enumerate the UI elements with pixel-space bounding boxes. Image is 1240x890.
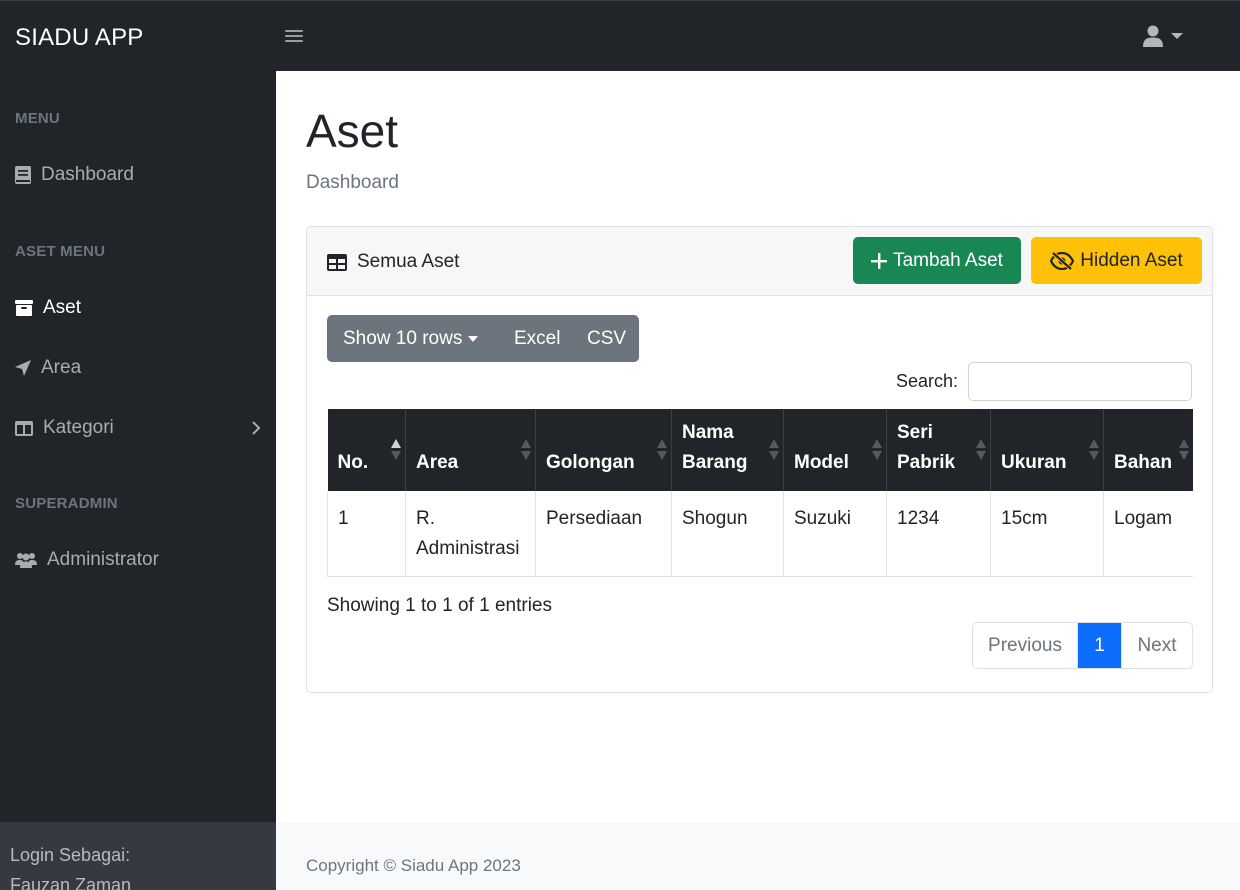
column-header-label: Ukuran <box>1001 452 1067 473</box>
user-menu-dropdown[interactable] <box>1143 25 1183 47</box>
column-header-label: No. <box>337 452 369 473</box>
hidden-asset-button[interactable]: Hidden Aset <box>1031 237 1202 284</box>
sort-icon <box>1089 439 1099 461</box>
add-asset-label: Tambah Aset <box>893 249 1003 271</box>
sort-icon <box>872 439 882 461</box>
table-cell: 1 <box>327 491 406 577</box>
column-header-seri-pabrik[interactable]: Seri Pabrik <box>886 409 991 491</box>
sidebar-item-label: Kategori <box>43 417 114 438</box>
user-icon <box>1143 25 1163 47</box>
column-header-label: Model <box>794 452 849 473</box>
copyright-text: Copyright © Siadu App 2023 <box>306 856 521 875</box>
sidebar-item-administrator[interactable]: Administrator <box>15 545 261 575</box>
table-cell: Shogun <box>671 491 784 577</box>
assets-table: No. Area Golongan Nama Barang Model Seri… <box>327 409 1193 577</box>
page-1-button[interactable]: 1 <box>1078 623 1121 668</box>
sidebar-item-label: Dashboard <box>41 164 134 185</box>
archive-icon <box>15 300 33 316</box>
sidebar: MENU Dashboard ASET MENU Aset Area Kateg… <box>0 71 276 890</box>
search-input[interactable] <box>968 362 1192 401</box>
sidebar-item-label: Area <box>41 357 82 378</box>
sidebar-item-dashboard[interactable]: Dashboard <box>15 160 261 190</box>
chevron-down-icon <box>468 335 479 342</box>
hidden-asset-label: Hidden Aset <box>1080 249 1183 271</box>
column-header-bahan[interactable]: Bahan <box>1103 409 1193 491</box>
table-cell: Suzuki <box>783 491 887 577</box>
card-title: Semua Aset <box>327 251 459 273</box>
sidebar-item-kategori[interactable]: Kategori <box>15 413 261 443</box>
plus-icon <box>871 252 888 269</box>
export-button-group: Show 10 rows Excel CSV <box>327 315 639 362</box>
column-header-label: Area <box>416 452 459 473</box>
sidebar-footer: Login Sebagai: Fauzan Zaman <box>0 822 276 890</box>
column-header-label: Golongan <box>546 452 635 473</box>
sidebar-item-aset[interactable]: Aset <box>15 293 261 323</box>
sort-icon <box>1178 439 1189 461</box>
column-header-area[interactable]: Area <box>405 409 536 491</box>
login-label: Login Sebagai: <box>10 845 131 865</box>
search-label: Search: <box>896 371 959 391</box>
breadcrumb: Dashboard <box>306 172 399 193</box>
column-header-label: Nama Barang <box>682 422 748 473</box>
column-header-model[interactable]: Model <box>783 409 887 491</box>
table-info: Showing 1 to 1 of 1 entries <box>327 595 552 616</box>
column-header-nama-barang[interactable]: Nama Barang <box>671 409 784 491</box>
pagination: Previous 1 Next <box>972 622 1193 669</box>
table-icon <box>327 253 347 271</box>
csv-button[interactable]: CSV <box>571 315 639 362</box>
eye-slash-icon <box>1050 251 1075 270</box>
page-footer: Copyright © Siadu App 2023 <box>276 822 1240 890</box>
login-username: Fauzan Zaman <box>10 875 132 890</box>
brand-title[interactable]: SIADU APP <box>15 24 144 52</box>
sort-icon <box>657 439 667 461</box>
sort-icon <box>976 439 986 461</box>
page-title: Aset <box>306 105 399 157</box>
sidebar-item-label: Aset <box>43 297 82 318</box>
table-header-row: No. Area Golongan Nama Barang Model Seri… <box>327 409 1193 491</box>
show-rows-label: Show 10 rows <box>343 327 463 349</box>
sidebar-item-label: Administrator <box>47 549 159 570</box>
add-asset-button[interactable]: Tambah Aset <box>853 237 1021 284</box>
assets-card: Semua Aset Tambah Aset Hidden Aset Show … <box>306 226 1213 693</box>
main-content: Aset Dashboard Semua Aset Tambah Aset Hi… <box>276 71 1240 822</box>
column-header-label: Seri Pabrik <box>897 422 956 473</box>
show-rows-dropdown[interactable]: Show 10 rows <box>327 315 498 362</box>
sort-icon <box>521 439 531 461</box>
excel-button[interactable]: Excel <box>498 315 571 362</box>
sidebar-heading-superadmin: SUPERADMIN <box>15 495 118 512</box>
bars-icon[interactable] <box>285 25 303 47</box>
sidebar-item-area[interactable]: Area <box>15 353 261 383</box>
next-page-button[interactable]: Next <box>1121 623 1192 668</box>
columns-icon <box>15 420 33 436</box>
sort-icon <box>391 439 401 461</box>
table-cell: Persediaan <box>535 491 672 577</box>
chevron-down-icon <box>1171 33 1183 39</box>
previous-page-button[interactable]: Previous <box>973 623 1078 668</box>
column-header-ukuran[interactable]: Ukuran <box>990 409 1104 491</box>
card-title-label: Semua Aset <box>357 251 460 272</box>
table-row[interactable]: 1 R. Administrasi Persediaan Shogun Suzu… <box>327 491 1193 577</box>
table-cell: R. Administrasi <box>405 491 536 577</box>
chevron-right-icon <box>252 421 261 435</box>
sidebar-heading-menu: MENU <box>15 110 60 127</box>
sort-icon <box>769 439 779 461</box>
table-cell: 1234 <box>886 491 991 577</box>
sidebar-heading-aset-menu: ASET MENU <box>15 243 106 260</box>
table-cell: 15cm <box>990 491 1104 577</box>
column-header-no[interactable]: No. <box>327 409 406 491</box>
table-cell: Logam <box>1103 491 1193 577</box>
location-arrow-icon <box>15 360 31 376</box>
book-icon <box>15 166 31 184</box>
top-navbar: SIADU APP <box>0 0 1240 71</box>
column-header-label: Bahan <box>1114 452 1173 473</box>
card-header: Semua Aset Tambah Aset Hidden Aset <box>307 227 1212 296</box>
column-header-golongan[interactable]: Golongan <box>535 409 672 491</box>
users-icon <box>15 553 37 568</box>
